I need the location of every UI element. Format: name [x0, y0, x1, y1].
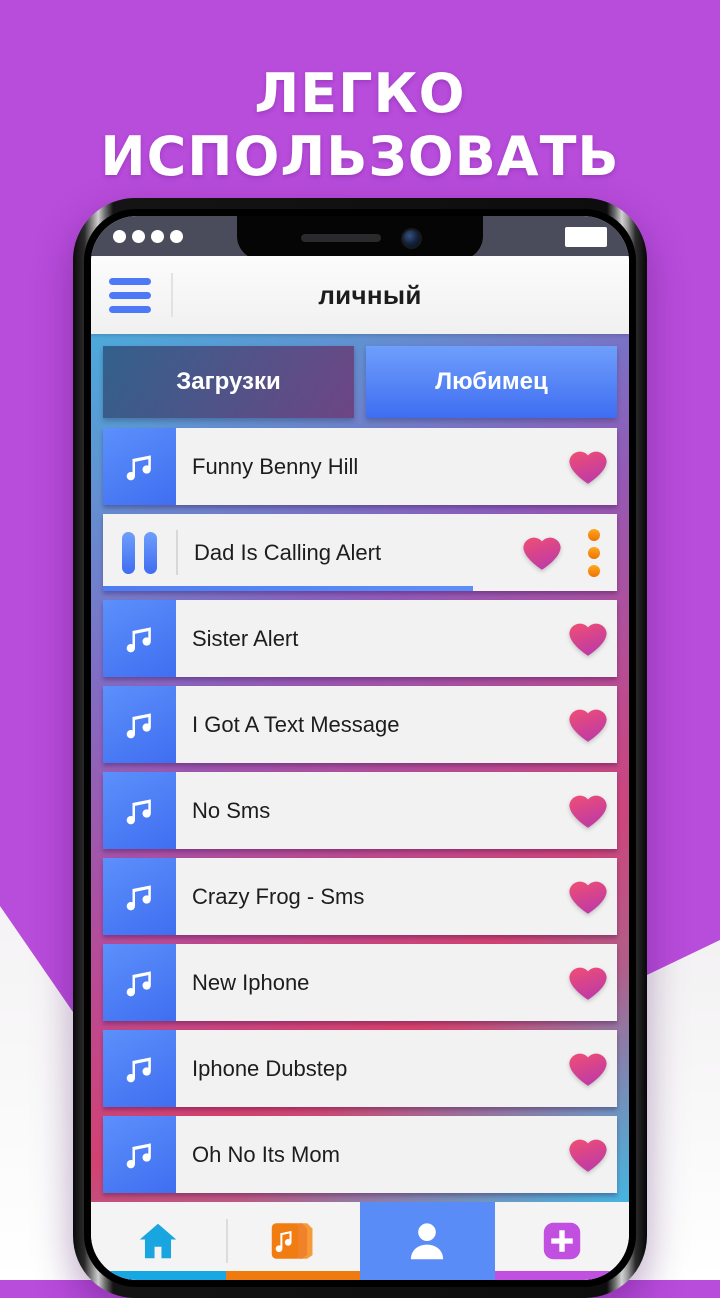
status-bar — [91, 216, 629, 260]
tab-favorites[interactable]: Любимец — [366, 346, 617, 418]
heart-icon[interactable] — [559, 772, 617, 849]
music-note-icon — [103, 944, 176, 1021]
playback-progress-bar[interactable] — [103, 586, 617, 591]
phone-body: личный Загрузки Любимец Funny Benny Hill… — [84, 209, 636, 1287]
pause-icon[interactable] — [103, 514, 176, 591]
earpiece-speaker-icon — [300, 234, 381, 242]
heart-icon[interactable] — [559, 944, 617, 1021]
music-note-icon — [103, 1116, 176, 1193]
app-bar: личный — [91, 256, 629, 334]
phone-notch — [237, 216, 483, 260]
music-note-icon — [103, 772, 176, 849]
nav-divider — [225, 1219, 228, 1263]
song-title: Crazy Frog - Sms — [192, 883, 365, 909]
nav-item-ringtones[interactable] — [225, 1202, 360, 1280]
playback-progress-fill — [103, 586, 474, 591]
heart-icon[interactable] — [513, 514, 571, 591]
person-icon — [411, 1223, 444, 1260]
battery-icon — [565, 227, 607, 247]
nav-underline-add — [494, 1271, 629, 1280]
table-row[interactable]: Sister Alert — [103, 600, 617, 677]
song-title: I Got A Text Message — [192, 711, 400, 737]
song-title: New Iphone — [192, 969, 310, 995]
table-row[interactable]: Crazy Frog - Sms — [103, 858, 617, 935]
promo-headline: ЛЕГКО ИСПОЛЬЗОВАТЬ — [100, 62, 620, 188]
heart-icon[interactable] — [559, 428, 617, 505]
table-row[interactable]: Funny Benny Hill — [103, 428, 617, 505]
tab-bar: Загрузки Любимец — [91, 334, 629, 418]
music-note-icon — [103, 686, 176, 763]
song-title: Sister Alert — [192, 625, 299, 651]
music-stack-icon — [271, 1223, 313, 1259]
nav-underline-ringtones — [225, 1271, 360, 1280]
more-vertical-icon[interactable] — [571, 514, 617, 591]
music-note-icon — [103, 1030, 176, 1107]
song-list: Funny Benny Hill Dad Is Calling Alert Si… — [91, 418, 629, 1193]
song-title: Dad Is Calling Alert — [194, 539, 382, 565]
table-row[interactable]: Oh No Its Mom — [103, 1116, 617, 1193]
music-note-icon — [103, 858, 176, 935]
heart-icon[interactable] — [559, 686, 617, 763]
phone-mockup: личный Загрузки Любимец Funny Benny Hill… — [73, 198, 647, 1298]
heart-icon[interactable] — [559, 600, 617, 677]
table-row[interactable]: I Got A Text Message — [103, 686, 617, 763]
song-title: Iphone Dubstep — [192, 1055, 348, 1081]
page-title: личный — [318, 279, 422, 310]
nav-item-add[interactable] — [494, 1202, 629, 1280]
heart-icon[interactable] — [559, 858, 617, 935]
plus-square-icon — [543, 1222, 580, 1260]
table-row[interactable]: New Iphone — [103, 944, 617, 1021]
tab-downloads-label: Загрузки — [176, 368, 281, 395]
heart-icon[interactable] — [559, 1030, 617, 1107]
music-note-icon — [103, 600, 176, 677]
nav-item-home[interactable] — [91, 1202, 226, 1280]
song-title: Oh No Its Mom — [192, 1141, 340, 1167]
tab-downloads[interactable]: Загрузки — [103, 346, 354, 418]
table-row[interactable]: No Sms — [103, 772, 617, 849]
front-camera-icon — [402, 229, 420, 247]
signal-dots-icon — [113, 229, 183, 243]
content-area: Загрузки Любимец Funny Benny Hill Dad Is… — [91, 334, 629, 1202]
tab-favorites-label: Любимец — [435, 368, 548, 395]
nav-item-personal[interactable] — [360, 1202, 495, 1280]
music-note-icon — [103, 428, 176, 505]
table-row[interactable]: Dad Is Calling Alert — [103, 514, 617, 591]
song-title: No Sms — [192, 797, 271, 823]
table-row[interactable]: Iphone Dubstep — [103, 1030, 617, 1107]
nav-underline-home — [91, 1271, 226, 1280]
home-icon — [140, 1223, 177, 1259]
bottom-navigation-bar — [91, 1202, 629, 1280]
phone-screen: личный Загрузки Любимец Funny Benny Hill… — [91, 216, 629, 1280]
hamburger-menu-icon[interactable] — [109, 277, 167, 313]
song-title: Funny Benny Hill — [192, 453, 359, 479]
heart-icon[interactable] — [559, 1116, 617, 1193]
